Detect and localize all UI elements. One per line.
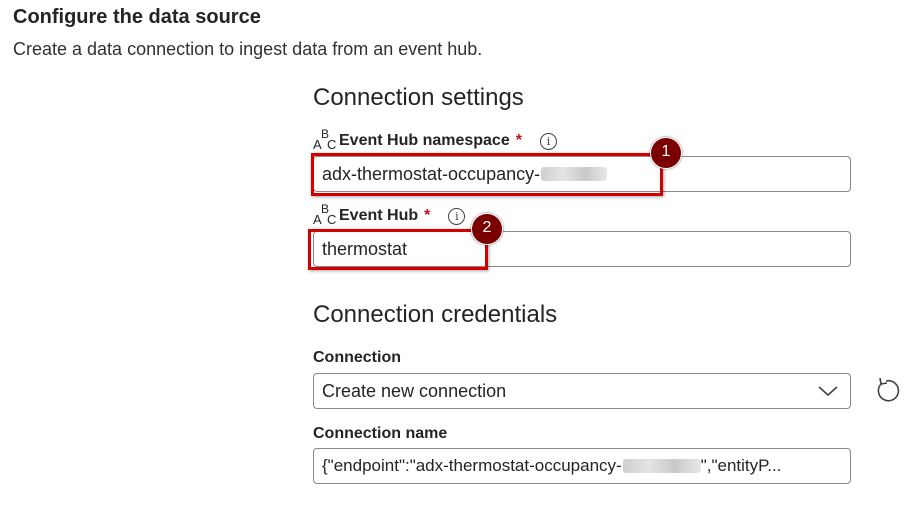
refresh-icon[interactable] xyxy=(872,375,902,405)
connection-settings-title: Connection settings xyxy=(313,84,524,111)
namespace-label: Event Hub namespace xyxy=(339,132,510,149)
connection-name-field[interactable]: {"endpoint":"adx-thermostat-occupancy- ",… xyxy=(313,448,851,484)
event-hub-label-row: ABC Event Hub * i xyxy=(313,202,466,227)
namespace-value: adx-thermostat-occupancy- xyxy=(322,163,541,184)
redacted-text xyxy=(541,167,608,181)
connection-dropdown[interactable]: Create new connection xyxy=(313,373,851,409)
page-title: Configure the data source xyxy=(13,6,261,28)
abc-type-icon: ABC xyxy=(313,202,337,227)
connection-name-value-prefix: {"endpoint":"adx-thermostat-occupancy- xyxy=(322,456,622,475)
namespace-label-row: ABC Event Hub namespace * i xyxy=(313,127,557,152)
connection-selected-value: Create new connection xyxy=(322,380,507,401)
event-hub-field[interactable]: thermostat xyxy=(313,231,851,267)
abc-type-icon: ABC xyxy=(313,127,337,152)
callout-badge-2: 2 xyxy=(471,213,503,245)
info-icon[interactable]: i xyxy=(448,207,466,225)
connection-credentials-title: Connection credentials xyxy=(313,301,558,328)
callout-badge-1: 1 xyxy=(650,137,682,169)
connection-name-label: Connection name xyxy=(313,425,448,442)
required-marker: * xyxy=(424,207,431,224)
required-marker: * xyxy=(515,132,522,149)
page-subtitle: Create a data connection to ingest data … xyxy=(13,39,483,59)
connection-label: Connection xyxy=(313,349,401,366)
connection-name-value-suffix: ","entityP... xyxy=(700,456,782,475)
chevron-down-icon xyxy=(818,386,838,397)
event-hub-label: Event Hub xyxy=(339,207,419,224)
event-hub-value: thermostat xyxy=(322,238,408,259)
namespace-field[interactable]: adx-thermostat-occupancy- xyxy=(313,156,851,192)
redacted-text xyxy=(622,459,701,473)
info-icon[interactable]: i xyxy=(539,132,557,150)
